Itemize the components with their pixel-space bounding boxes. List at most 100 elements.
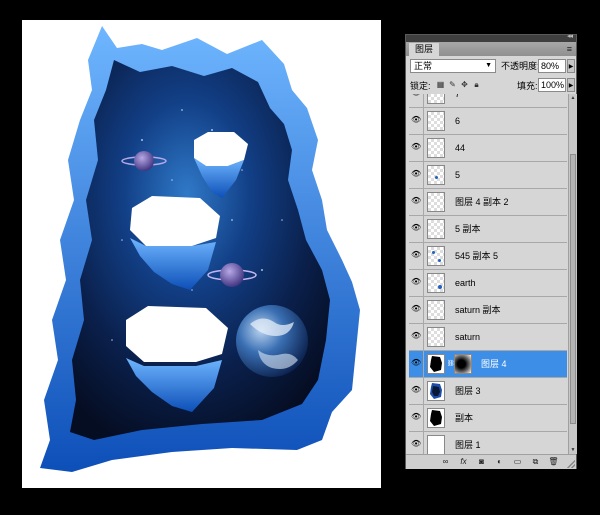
layer-thumbnail <box>427 435 445 454</box>
eye-cell[interactable]: 👁︎ <box>409 351 424 377</box>
new-group-icon[interactable]: ▭ <box>512 457 523 467</box>
lock-all-icon[interactable]: 🔒︎ <box>472 80 481 90</box>
layer-row-copy[interactable]: 👁︎ 副本 <box>409 405 567 432</box>
link-layers-icon[interactable]: ∞ <box>440 457 451 467</box>
eye-icon[interactable]: 👁︎ <box>411 359 421 367</box>
eye-icon[interactable]: 👁︎ <box>411 440 421 448</box>
blend-mode-select[interactable]: 正常 ▼ <box>410 59 496 73</box>
eye-icon[interactable]: 👁︎ <box>411 332 421 340</box>
scroll-down-arrow-icon[interactable]: ▼ <box>569 446 577 454</box>
eye-icon[interactable]: 👁︎ <box>411 224 421 232</box>
adjustment-layer-icon[interactable]: ◐ <box>494 457 505 467</box>
panel-tab-row: 图层 ≡ <box>406 42 576 56</box>
eye-icon[interactable]: 👁︎ <box>411 251 421 259</box>
layer-name: 545 副本 5 <box>455 251 499 261</box>
eye-cell[interactable]: 👁︎ <box>409 94 424 107</box>
scroll-up-arrow-icon[interactable]: ▲ <box>569 94 577 102</box>
layer-row-saturn-copy[interactable]: 👁︎ saturn 副本 <box>409 297 567 324</box>
document-canvas[interactable] <box>22 20 381 488</box>
dropdown-arrow-icon: ▼ <box>485 62 492 69</box>
layer-row-5[interactable]: 👁︎ 5 <box>409 162 567 189</box>
eye-cell[interactable]: 👁︎ <box>409 324 424 350</box>
collapse-icon[interactable]: ◂◂ <box>567 32 573 40</box>
layer-row-saturn[interactable]: 👁︎ saturn <box>409 324 567 351</box>
eye-icon[interactable]: 👁︎ <box>411 197 421 205</box>
eye-icon[interactable]: 👁︎ <box>411 386 421 394</box>
new-layer-icon[interactable]: ⧉ <box>530 457 541 467</box>
layer-name: 图层 4 <box>481 359 507 369</box>
lock-row: 锁定: ▦ ✎ ✥ 🔒︎ 填充: 100% ▶ <box>410 78 575 94</box>
panel-footer: ∞ fx ◙ ◐ ▭ ⧉ 🗑︎ <box>406 454 576 469</box>
scroll-thumb[interactable] <box>570 154 576 424</box>
eye-cell[interactable]: 👁︎ <box>409 270 424 296</box>
layer-thumbnail <box>427 300 445 320</box>
layer-row-5-copy[interactable]: 👁︎ 5 副本 <box>409 216 567 243</box>
earth-planet <box>236 305 308 377</box>
eye-icon[interactable]: 👁︎ <box>411 116 421 124</box>
eye-cell[interactable]: 👁︎ <box>409 432 424 454</box>
panel-title-bar[interactable]: ◂◂ <box>406 32 576 42</box>
layer-thumbnail <box>427 111 445 131</box>
layer-thumbnail <box>427 354 445 374</box>
layer-name: 图层 4 副本 2 <box>455 197 509 207</box>
layer-thumbnail <box>427 327 445 347</box>
layer-thumbnail <box>427 273 445 293</box>
layer-row-earth[interactable]: 👁︎ earth <box>409 270 567 297</box>
delete-layer-icon[interactable]: 🗑︎ <box>548 457 559 467</box>
lock-position-icon[interactable]: ✥ <box>460 80 469 90</box>
eye-icon[interactable]: 👁︎ <box>411 278 421 286</box>
layer-name: 图层 3 <box>455 386 481 396</box>
eye-cell[interactable]: 👁︎ <box>409 162 424 188</box>
opacity-label: 不透明度: <box>501 61 540 71</box>
panel-menu-icon[interactable]: ≡ <box>567 42 572 56</box>
thumbnail-shape <box>430 356 442 372</box>
opacity-slider-icon[interactable]: ▶ <box>567 59 575 73</box>
layer-list: 👁︎ 7 👁︎ 6 👁︎ 44 👁︎ 5 👁︎ 图层 4 副本 2 👁︎ <box>409 94 567 454</box>
fill-slider-icon[interactable]: ▶ <box>567 78 575 92</box>
layer-row-44[interactable]: 👁︎ 44 <box>409 135 567 162</box>
lock-label: 锁定: <box>410 81 431 91</box>
layer-row-layer1[interactable]: 👁︎ 图层 1 <box>409 432 567 454</box>
tab-layers[interactable]: 图层 <box>409 43 440 56</box>
layer-row-7[interactable]: 👁︎ 7 <box>409 94 567 108</box>
eye-cell[interactable]: 👁︎ <box>409 297 424 323</box>
add-mask-icon[interactable]: ◙ <box>476 457 487 467</box>
layer-row-545-copy5[interactable]: 👁︎ 545 副本 5 <box>409 243 567 270</box>
layer-row-layer4[interactable]: 👁︎ ⛓ 图层 4 <box>409 351 567 378</box>
eye-cell[interactable]: 👁︎ <box>409 216 424 242</box>
layer-row-layer3[interactable]: 👁︎ 图层 3 <box>409 378 567 405</box>
layer-list-scrollbar[interactable]: ▲ ▼ <box>568 94 577 454</box>
layer-row-layer4-copy2[interactable]: 👁︎ 图层 4 副本 2 <box>409 189 567 216</box>
eye-cell[interactable]: 👁︎ <box>409 135 424 161</box>
eye-cell[interactable]: 👁︎ <box>409 405 424 431</box>
eye-icon[interactable]: 👁︎ <box>411 94 421 97</box>
layer-thumbnail <box>427 408 445 428</box>
layer-name: 5 副本 <box>455 224 481 234</box>
eye-icon[interactable]: 👁︎ <box>411 143 421 151</box>
thumbnail-shape <box>430 383 442 399</box>
layer-name: earth <box>455 278 476 288</box>
eye-cell[interactable]: 👁︎ <box>409 108 424 134</box>
fx-icon[interactable]: fx <box>458 457 469 467</box>
opacity-input[interactable]: 80% <box>538 59 566 73</box>
fill-label: 填充: <box>517 81 538 91</box>
layer-mask-thumbnail[interactable] <box>454 354 472 374</box>
layer-name: 5 <box>455 170 461 180</box>
layer-thumbnail <box>427 138 445 158</box>
eye-cell[interactable]: 👁︎ <box>409 378 424 404</box>
fill-input[interactable]: 100% <box>538 78 566 92</box>
layers-panel: ◂◂ 图层 ≡ 正常 ▼ 不透明度: 80% ▶ 锁定: ▦ ✎ ✥ 🔒︎ 填充… <box>405 32 577 469</box>
layer-name: 44 <box>455 143 466 153</box>
eye-icon[interactable]: 👁︎ <box>411 305 421 313</box>
resize-grip-icon[interactable] <box>567 460 575 468</box>
eye-icon[interactable]: 👁︎ <box>411 170 421 178</box>
lock-transparency-icon[interactable]: ▦ <box>436 80 445 90</box>
layer-name: 7 <box>455 94 461 99</box>
eye-cell[interactable]: 👁︎ <box>409 243 424 269</box>
eye-cell[interactable]: 👁︎ <box>409 189 424 215</box>
layer-row-6[interactable]: 👁︎ 6 <box>409 108 567 135</box>
layer-name: 副本 <box>455 413 474 423</box>
lock-pixels-icon[interactable]: ✎ <box>448 80 457 90</box>
layer-name: saturn <box>455 332 481 342</box>
eye-icon[interactable]: 👁︎ <box>411 413 421 421</box>
